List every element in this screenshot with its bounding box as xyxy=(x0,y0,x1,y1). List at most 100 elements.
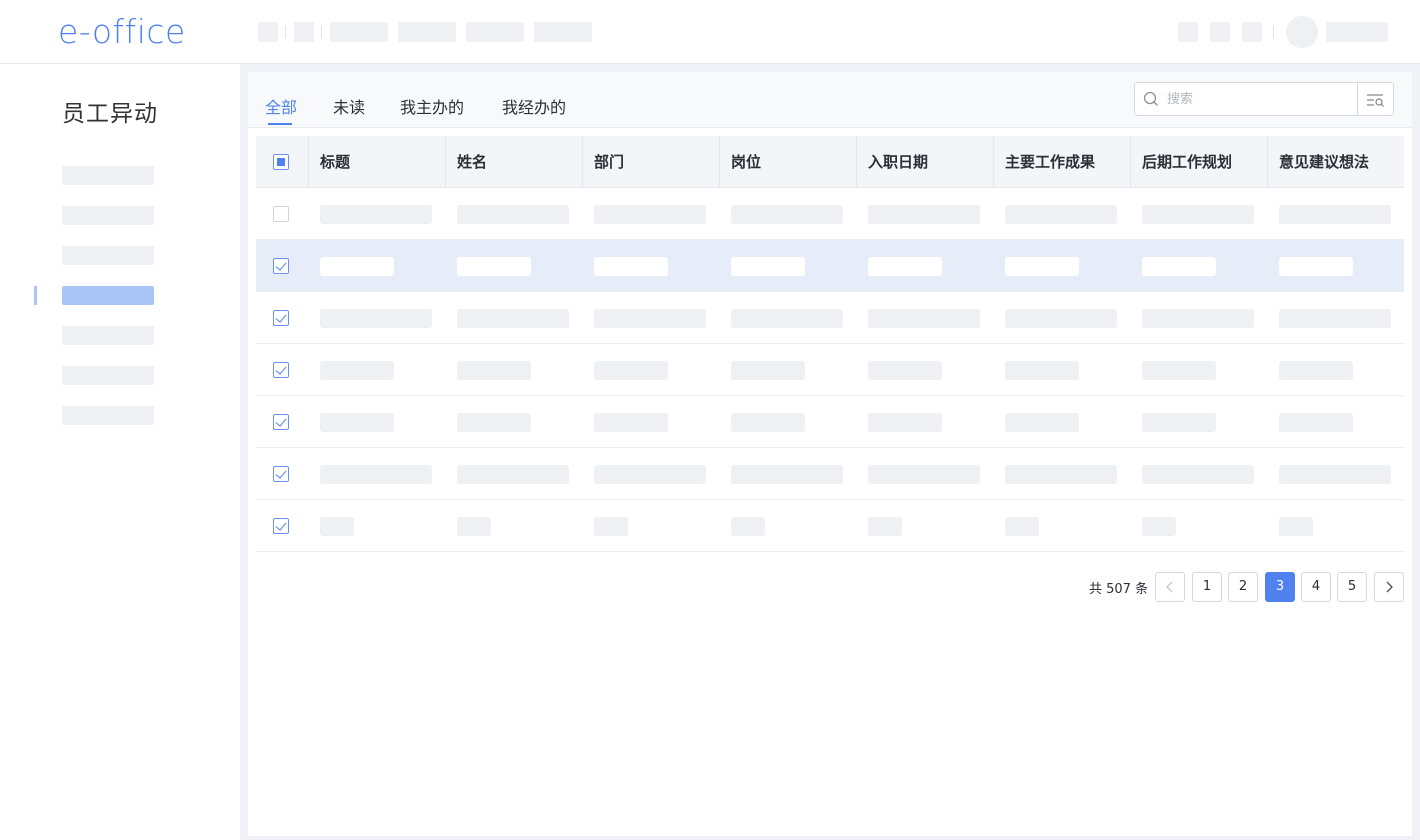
nav-menu-item[interactable] xyxy=(330,22,388,42)
toolbar-icon[interactable] xyxy=(1242,22,1262,42)
column-header[interactable]: 入职日期 xyxy=(856,136,928,188)
row-checkbox[interactable] xyxy=(273,466,289,482)
main-panel: 全部 未读 我主办的 我经办的 标题 xyxy=(248,72,1412,836)
column-header[interactable]: 主要工作成果 xyxy=(993,136,1095,188)
table-cell xyxy=(868,205,980,224)
table-cell xyxy=(1142,361,1216,380)
advanced-search-button[interactable] xyxy=(1358,82,1394,116)
toolbar-icon[interactable] xyxy=(1210,22,1230,42)
search-box[interactable] xyxy=(1134,82,1358,116)
table-cell xyxy=(868,413,942,432)
sidebar-item[interactable] xyxy=(62,166,154,185)
table-cell xyxy=(731,309,843,328)
table-row[interactable] xyxy=(256,240,1404,292)
search-icon xyxy=(1143,91,1158,106)
nav-icon[interactable] xyxy=(294,22,314,42)
row-checkbox[interactable] xyxy=(273,310,289,326)
chevron-left-icon xyxy=(1166,581,1173,593)
pagination-total: 共 507 条 xyxy=(1089,582,1149,597)
prev-page-button[interactable] xyxy=(1155,572,1185,602)
nav-menu-item[interactable] xyxy=(398,22,456,42)
table-cell xyxy=(868,517,902,536)
sidebar-item[interactable] xyxy=(62,206,154,225)
page-button[interactable]: 2 xyxy=(1228,572,1258,602)
column-header[interactable]: 部门 xyxy=(582,136,624,188)
table-cell xyxy=(1005,517,1039,536)
next-page-button[interactable] xyxy=(1374,572,1404,602)
tab-handled-by-me[interactable]: 我经办的 xyxy=(502,94,566,118)
table-cell xyxy=(320,517,354,536)
page-button[interactable]: 5 xyxy=(1337,572,1367,602)
nav-menu-item[interactable] xyxy=(466,22,524,42)
table-cell xyxy=(868,465,980,484)
table-cell xyxy=(457,309,569,328)
divider xyxy=(285,25,286,39)
table-cell xyxy=(731,465,843,484)
table-cell xyxy=(1279,257,1353,276)
table-cell xyxy=(731,257,805,276)
table-cell xyxy=(1005,309,1117,328)
nav-icon[interactable] xyxy=(258,22,278,42)
table-cell xyxy=(594,465,706,484)
user-name[interactable] xyxy=(1326,22,1388,42)
sidebar-title: 员工异动 xyxy=(62,101,158,127)
filter-search-icon xyxy=(1367,94,1384,107)
table-row[interactable] xyxy=(256,292,1404,344)
table-cell xyxy=(320,309,432,328)
sidebar-item[interactable] xyxy=(62,406,154,425)
table-row[interactable] xyxy=(256,344,1404,396)
table-row[interactable] xyxy=(256,188,1404,240)
table-cell xyxy=(731,205,843,224)
sidebar-item[interactable] xyxy=(62,366,154,385)
table-cell xyxy=(320,413,394,432)
tab-unread[interactable]: 未读 xyxy=(333,94,365,118)
divider xyxy=(321,25,322,39)
toolbar-icon[interactable] xyxy=(1178,22,1198,42)
column-header[interactable]: 岗位 xyxy=(719,136,761,188)
tab-all[interactable]: 全部 xyxy=(265,94,297,118)
row-checkbox[interactable] xyxy=(273,258,289,274)
table-row[interactable] xyxy=(256,396,1404,448)
row-checkbox[interactable] xyxy=(273,206,289,222)
table-cell xyxy=(320,257,394,276)
divider xyxy=(1273,25,1274,39)
column-header[interactable]: 后期工作规划 xyxy=(1130,136,1232,188)
select-all-checkbox[interactable] xyxy=(273,154,289,170)
table-cell xyxy=(320,205,432,224)
table-cell xyxy=(457,205,569,224)
table-row[interactable] xyxy=(256,500,1404,552)
table-cell xyxy=(868,309,980,328)
sidebar-item[interactable] xyxy=(62,326,154,345)
page-button[interactable]: 4 xyxy=(1301,572,1331,602)
column-header[interactable]: 意见建议想法 xyxy=(1267,136,1369,188)
avatar[interactable] xyxy=(1286,16,1318,48)
table-cell xyxy=(320,361,394,380)
table-cell xyxy=(594,517,628,536)
sidebar-item[interactable] xyxy=(62,246,154,265)
row-checkbox[interactable] xyxy=(273,518,289,534)
row-checkbox[interactable] xyxy=(273,414,289,430)
tabs-bar: 全部 未读 我主办的 我经办的 xyxy=(248,72,1412,128)
table-cell xyxy=(594,257,668,276)
page-button[interactable]: 1 xyxy=(1192,572,1222,602)
column-header[interactable]: 姓名 xyxy=(445,136,487,188)
page-button-current[interactable]: 3 xyxy=(1265,572,1295,602)
tab-hosted-by-me[interactable]: 我主办的 xyxy=(400,94,464,118)
table-cell xyxy=(457,517,491,536)
app-logo[interactable]: e-office xyxy=(58,12,186,52)
sidebar-active-marker xyxy=(34,286,37,305)
table-cell xyxy=(1142,465,1254,484)
table-cell xyxy=(1142,205,1254,224)
sidebar-item-active[interactable] xyxy=(62,286,154,305)
table-cell xyxy=(1279,465,1391,484)
table-cell xyxy=(457,465,569,484)
table-cell xyxy=(1005,465,1117,484)
nav-menu-item[interactable] xyxy=(534,22,592,42)
column-header[interactable]: 标题 xyxy=(308,136,350,188)
table-row[interactable] xyxy=(256,448,1404,500)
top-bar: e-office xyxy=(0,0,1420,64)
table-cell xyxy=(1142,517,1176,536)
table-cell xyxy=(1005,361,1079,380)
search-input[interactable] xyxy=(1167,89,1347,109)
row-checkbox[interactable] xyxy=(273,362,289,378)
